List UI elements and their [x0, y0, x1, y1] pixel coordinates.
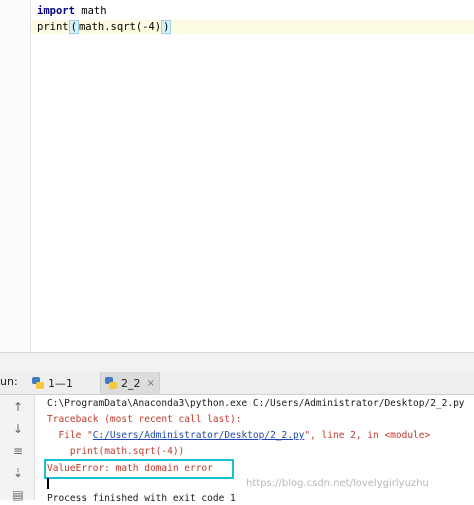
- up-arrow-icon[interactable]: ↑: [10, 399, 26, 415]
- down-arrow-icon[interactable]: ↓: [10, 421, 26, 437]
- print-call: print: [37, 21, 69, 33]
- tab-2-2[interactable]: 2_2 ×: [100, 372, 160, 394]
- code-line-2[interactable]: print(math.sqrt(-4)): [31, 20, 474, 34]
- traceback-file-line: File "C:/Users/Administrator/Desktop/2_2…: [47, 430, 431, 441]
- editor-gutter: [0, 0, 31, 352]
- tab-label: 1—1: [48, 376, 73, 390]
- error-highlight-box: [44, 459, 234, 479]
- run-label: un:: [0, 375, 18, 388]
- traceback-header: Traceback (most recent call last):: [47, 414, 242, 425]
- paren-close: ): [161, 20, 172, 34]
- tab-1-1[interactable]: 1—1: [28, 372, 88, 394]
- python-icon: [32, 377, 44, 389]
- import-keyword: import: [37, 5, 75, 17]
- code-editor[interactable]: import math print(math.sqrt(-4)): [0, 0, 474, 352]
- close-icon[interactable]: ×: [147, 378, 155, 389]
- exit-code-line: Process finished with exit code 1: [47, 493, 236, 504]
- paren-open: (: [68, 20, 79, 34]
- scroll-to-end-icon[interactable]: ⇣: [10, 465, 26, 481]
- run-toolbar: ↑ ↓ ≡ ⇣ ▤: [0, 395, 35, 503]
- watermark: https://blog.csdn.net/lovelygirlyuzhu: [246, 478, 429, 489]
- print-icon[interactable]: ▤: [10, 487, 26, 503]
- import-module: math: [74, 5, 107, 17]
- panel-splitter[interactable]: [0, 352, 474, 373]
- python-icon: [105, 377, 117, 389]
- sqrt-call: math.sqrt(-4): [78, 21, 162, 33]
- text-cursor: [47, 478, 49, 489]
- file-link[interactable]: C:/Users/Administrator/Desktop/2_2.py: [93, 430, 305, 441]
- soft-wrap-icon[interactable]: ≡: [10, 443, 26, 459]
- run-tab-bar: un: 1—1 2_2 ×: [0, 372, 474, 395]
- traceback-code-line: print(math.sqrt(-4)): [47, 446, 185, 457]
- console-command-line: C:\ProgramData\Anaconda3\python.exe C:/U…: [47, 398, 465, 409]
- tab-label: 2_2: [121, 376, 141, 390]
- code-line-1[interactable]: import math: [37, 4, 107, 18]
